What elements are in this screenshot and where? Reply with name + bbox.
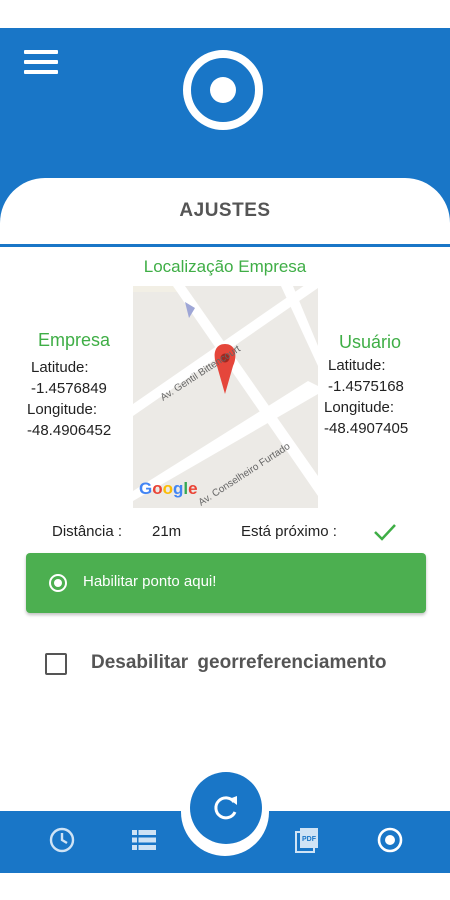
target-icon[interactable] xyxy=(376,826,404,854)
section-title: Localização Empresa xyxy=(143,257,307,276)
title-divider xyxy=(0,244,450,247)
disable-georef-label[interactable]: Desabilitar georreferenciamento xyxy=(91,652,386,674)
history-clock-icon[interactable] xyxy=(48,826,76,854)
checkmark-icon xyxy=(374,524,396,541)
page-title: AJUSTES xyxy=(179,200,271,221)
enable-point-button[interactable]: Habilitar ponto aqui! xyxy=(26,553,426,613)
empresa-longitude-label: Longitude: xyxy=(27,401,98,418)
status-bar xyxy=(0,0,450,28)
google-logo: Google xyxy=(139,479,198,498)
empresa-title: Empresa xyxy=(38,330,111,350)
distance-value: 21m xyxy=(152,523,182,540)
usuario-latitude-value: -1.4575168 xyxy=(328,378,404,395)
empresa-latitude-value: -1.4576849 xyxy=(31,380,107,397)
map-canvas: Av. Gentil Bittencourt Av. Conselheiro F… xyxy=(133,286,318,508)
hamburger-menu-icon[interactable] xyxy=(24,50,60,76)
empresa-longitude-value: -48.4906452 xyxy=(27,422,112,439)
usuario-title: Usuário xyxy=(339,332,402,352)
pdf-icon[interactable]: PDF xyxy=(293,826,321,854)
disable-georef-checkbox[interactable] xyxy=(45,653,67,675)
usuario-longitude-value: -48.4907405 xyxy=(324,420,409,437)
near-label: Está próximo : xyxy=(241,523,337,540)
usuario-longitude-label: Longitude: xyxy=(324,399,395,416)
target-logo-icon xyxy=(183,50,263,130)
empresa-latitude-label: Latitude: xyxy=(31,359,89,376)
distance-label: Distância : xyxy=(52,523,123,540)
radio-target-icon xyxy=(49,574,67,592)
system-bar xyxy=(0,873,450,900)
enable-point-label: Habilitar ponto aqui! xyxy=(83,573,217,590)
refresh-button[interactable] xyxy=(190,772,262,844)
usuario-latitude-label: Latitude: xyxy=(328,357,386,374)
svg-text:PDF: PDF xyxy=(302,836,317,843)
location-map[interactable]: Av. Gentil Bittencourt Av. Conselheiro F… xyxy=(133,286,318,508)
refresh-icon xyxy=(214,796,237,820)
list-icon[interactable] xyxy=(130,826,158,854)
